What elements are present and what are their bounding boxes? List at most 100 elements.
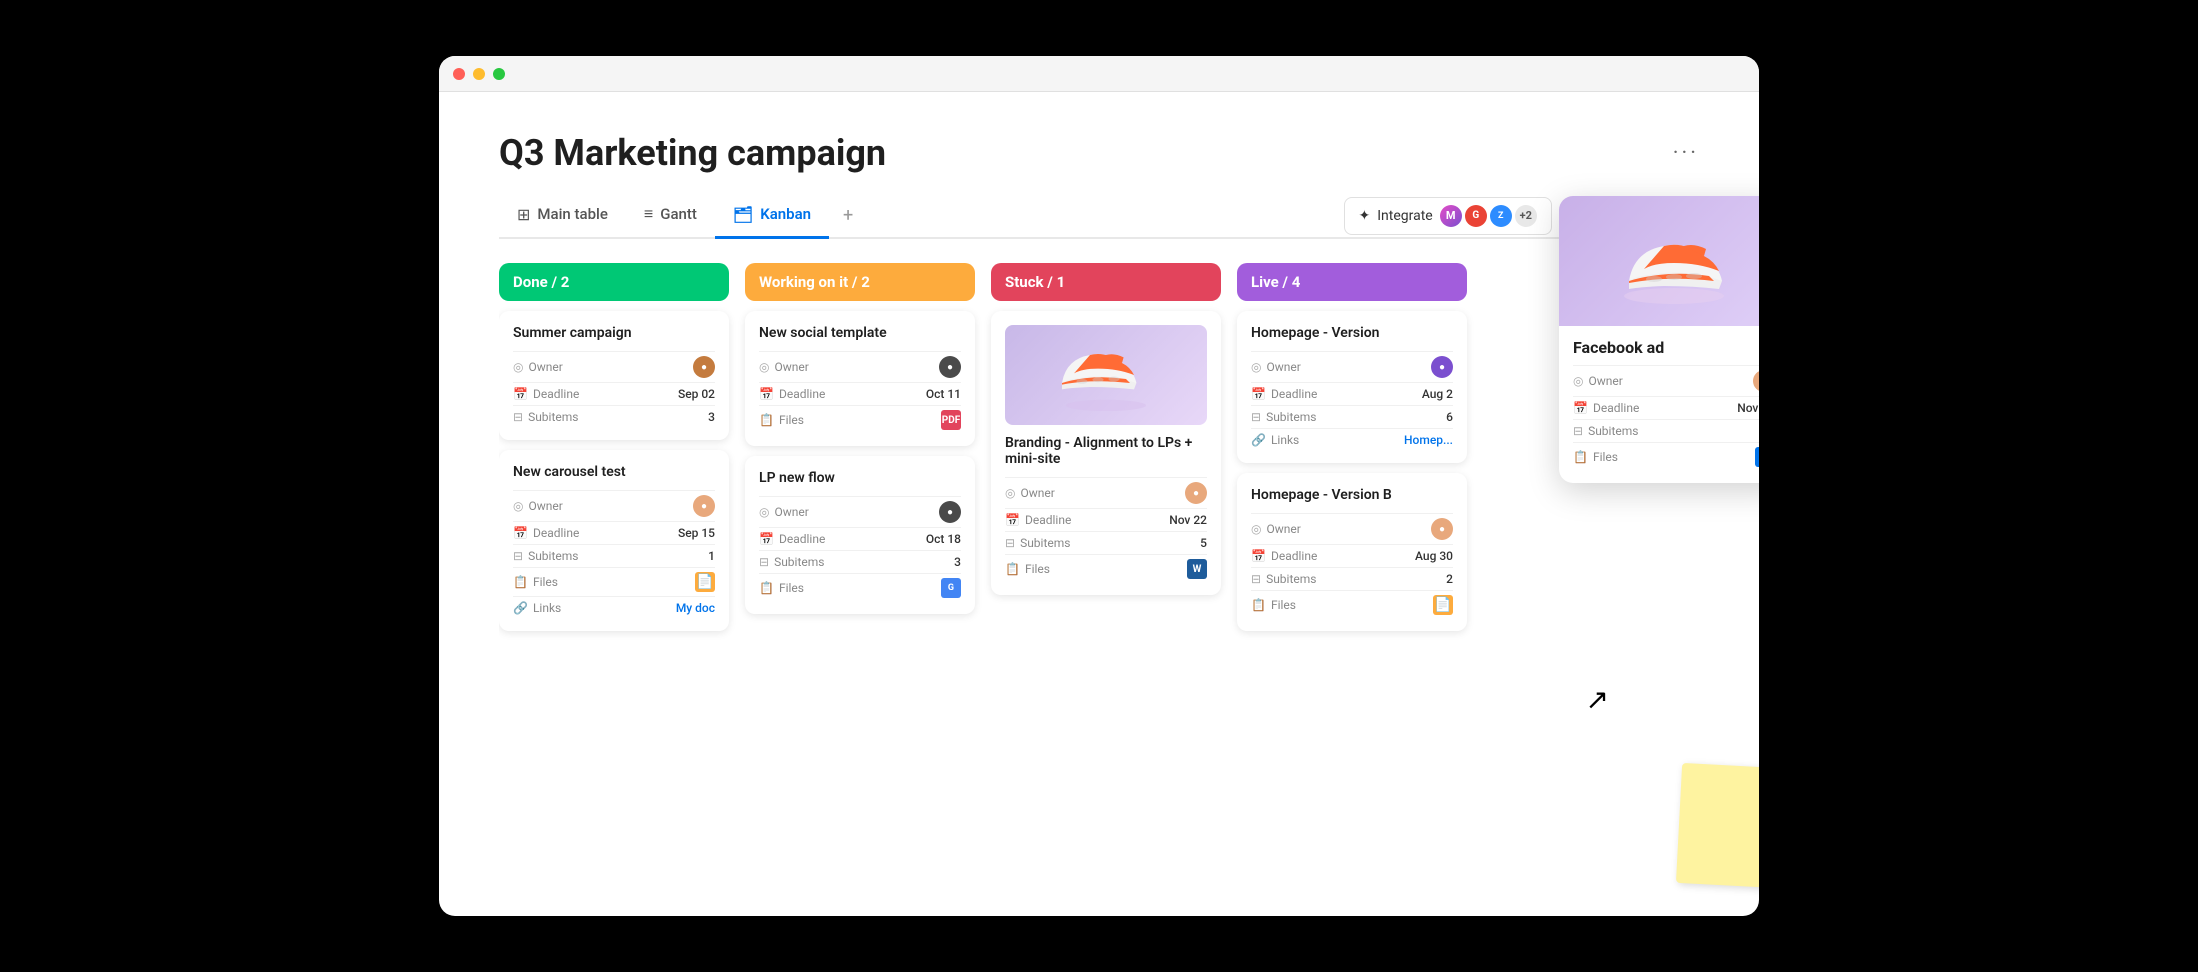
field-label: ⊟ Subitems — [1573, 424, 1638, 438]
field-label: 📋Files — [1005, 562, 1050, 576]
field-value: 1 — [708, 549, 715, 563]
avatar: ● — [693, 356, 715, 378]
field-value: 6 — [1446, 410, 1453, 424]
field-label: ⊟Subitems — [1251, 410, 1316, 424]
field-type-icon: ⊟ — [1251, 410, 1261, 424]
card-field: ◎Owner● — [513, 490, 715, 521]
field-label: 📋Files — [513, 575, 558, 589]
kanban-card-homepage-a[interactable]: Homepage - Version◎Owner●📅DeadlineAug 2⊟… — [1237, 311, 1467, 463]
floating-card-field: 📋 Files D — [1573, 442, 1759, 471]
field-label: 📅Deadline — [1251, 549, 1317, 563]
card-field: ⊟Subitems3 — [759, 550, 961, 573]
field-type-icon: 📋 — [513, 575, 528, 589]
field-type-icon: 📋 — [1005, 562, 1020, 576]
browser-window: Q3 Marketing campaign ··· ⊞ Main table ≡… — [439, 56, 1759, 916]
field-label: 📅Deadline — [759, 532, 825, 546]
field-value: Sep 15 — [678, 526, 715, 540]
field-label: ◎Owner — [1251, 522, 1301, 536]
field-type-icon: 📅 — [759, 387, 774, 401]
kanban-card-carousel[interactable]: New carousel test◎Owner●📅DeadlineSep 15⊟… — [499, 450, 729, 631]
expand-dot[interactable] — [493, 68, 505, 80]
card-field: 📅DeadlineOct 18 — [759, 527, 961, 550]
field-label: 📅Deadline — [1005, 513, 1071, 527]
kanban-card-social[interactable]: New social template◎Owner●📅DeadlineOct 1… — [745, 311, 975, 446]
kanban-card-homepage-b[interactable]: Homepage - Version B◎Owner●📅DeadlineAug … — [1237, 473, 1467, 631]
field-type-icon: 📅 — [1251, 387, 1266, 401]
card-field: 📅Deadline Nov 22 — [1005, 508, 1207, 531]
field-label: ⊟Subitems — [513, 549, 578, 563]
field-label: 🔗Links — [513, 601, 561, 615]
more-button[interactable]: ··· — [1673, 141, 1699, 166]
field-type-icon: ◎ — [759, 360, 769, 374]
field-label: ⊟Subitems — [1005, 536, 1070, 550]
col-header-live: Live / 4 — [1237, 263, 1467, 301]
floating-card-title: Facebook ad — [1559, 326, 1759, 365]
field-label: 📋 Files — [1573, 450, 1618, 464]
card-field: 📋Files📄 — [1251, 590, 1453, 619]
browser-titlebar — [439, 56, 1759, 92]
field-value: Aug 30 — [1415, 549, 1453, 563]
card-field: ◎Owner● — [1251, 351, 1453, 382]
integrate-icon: ✦ — [1359, 208, 1371, 224]
card-field: 🔗Links Homep... — [1251, 428, 1453, 451]
col-header-done: Done / 2 — [499, 263, 729, 301]
kanban-card-lp[interactable]: LP new flow◎Owner●📅DeadlineOct 18⊟Subite… — [745, 456, 975, 614]
card-field: ⊟Subitems 1 — [513, 544, 715, 567]
avatar: ● — [1185, 482, 1207, 504]
minimize-dot[interactable] — [473, 68, 485, 80]
card-field: 📅DeadlineSep 15 — [513, 521, 715, 544]
field-link[interactable]: Homep... — [1404, 433, 1453, 447]
field-type-icon: ◎ — [1251, 522, 1261, 536]
field-link[interactable]: My doc — [676, 601, 715, 615]
field-label: 🔗Links — [1251, 433, 1299, 447]
card-field: ◎Owner● — [759, 351, 961, 382]
field-label: ⊟Subitems — [1251, 572, 1316, 586]
kanban-col-stuck: Stuck / 1 Branding - Alignment to LPs + … — [991, 263, 1221, 907]
kanban-board: Done / 2Summer campaign◎Owner●📅DeadlineS… — [499, 263, 1699, 916]
file-icon: 📄 — [695, 572, 715, 592]
table-icon: ⊞ — [517, 205, 530, 224]
card-field: ◎Owner● — [513, 351, 715, 382]
shoe-svg — [1056, 335, 1156, 415]
field-type-icon: 📅 — [1251, 549, 1266, 563]
field-label: 📋Files — [759, 413, 804, 427]
avatar: ● — [1431, 356, 1453, 378]
floating-card[interactable]: Facebook ad ◎ Owner ● 📅 Deadline Nov 22 … — [1559, 196, 1759, 483]
field-label: ◎Owner — [513, 499, 563, 513]
field-type-icon: 📅 — [759, 532, 774, 546]
gmail-icon: G — [1465, 205, 1487, 227]
field-value: Oct 11 — [926, 387, 961, 401]
field-value: Aug 2 — [1422, 387, 1453, 401]
field-value: 5 — [1200, 536, 1207, 550]
field-label: ⊟Subitems — [513, 410, 578, 424]
card-field: 📅Deadline Aug 30 — [1251, 544, 1453, 567]
kanban-card-summer[interactable]: Summer campaign◎Owner●📅DeadlineSep 02⊟Su… — [499, 311, 729, 440]
tab-gantt[interactable]: ≡ Gantt — [626, 194, 715, 239]
file-icon: D — [1755, 447, 1759, 467]
field-value: Nov 22 — [1737, 401, 1759, 415]
kanban-card-branding[interactable]: Branding - Alignment to LPs + mini-site◎… — [991, 311, 1221, 595]
card-field: ◎Owner● — [759, 496, 961, 527]
integrate-button[interactable]: ✦ Integrate M G Z +2 — [1344, 197, 1552, 235]
field-type-icon: ◎ — [759, 505, 769, 519]
field-label: ◎Owner — [759, 360, 809, 374]
field-label: 📅Deadline — [759, 387, 825, 401]
field-type-icon: ⊟ — [759, 555, 769, 569]
file-icon: G — [941, 578, 961, 598]
tab-kanban[interactable]: 🗂 Kanban — [715, 195, 829, 239]
field-value: Nov 22 — [1169, 513, 1207, 527]
field-type-icon: 📅 — [1005, 513, 1020, 527]
close-dot[interactable] — [453, 68, 465, 80]
field-type-icon: 📋 — [1251, 598, 1266, 612]
monday-icon: M — [1440, 205, 1462, 227]
card-field: 📅DeadlineSep 02 — [513, 382, 715, 405]
field-type-icon: 🔗 — [1251, 433, 1266, 447]
field-label: ⊟Subitems — [759, 555, 824, 569]
col-header-working: Working on it / 2 — [745, 263, 975, 301]
tab-main-table[interactable]: ⊞ Main table — [499, 195, 626, 239]
add-tab-button[interactable]: + — [829, 195, 867, 236]
card-field: 📅Deadline Oct 11 — [759, 382, 961, 405]
floating-card-field: ◎ Owner ● — [1573, 365, 1759, 396]
card-image — [1005, 325, 1207, 425]
field-type-icon: ⊟ — [1251, 572, 1261, 586]
